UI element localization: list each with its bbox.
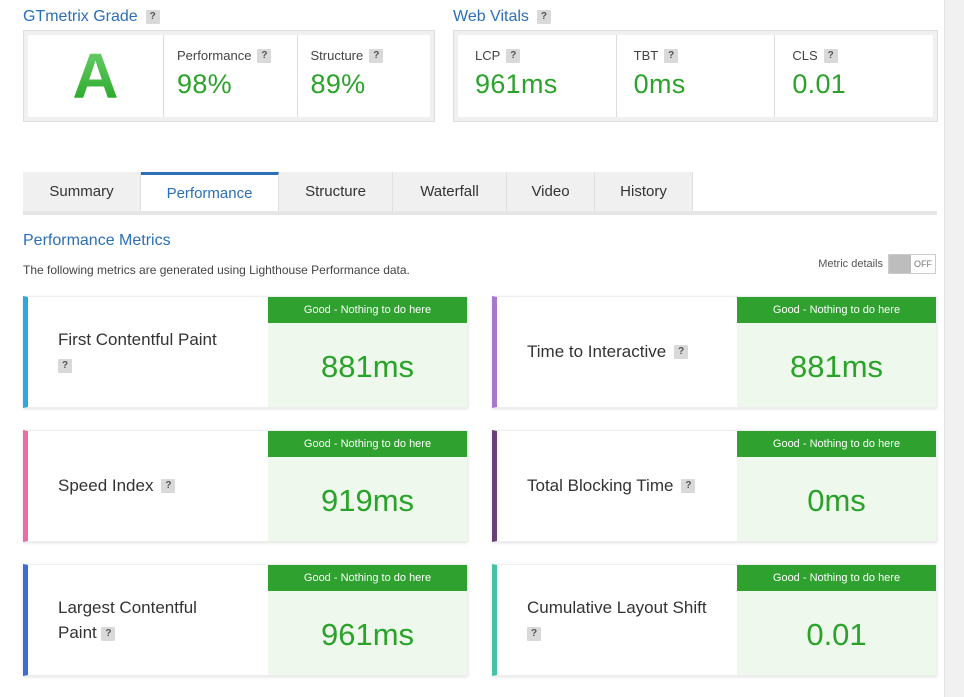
lcp-value: 961ms xyxy=(475,69,558,99)
status-badge: Good - Nothing to do here xyxy=(737,565,936,591)
help-icon[interactable]: ? xyxy=(527,626,541,641)
lcp-cell: LCP ? 961ms xyxy=(458,35,617,117)
gtmetrix-grade-box: A Performance ? 98% Structure ? 89% xyxy=(23,30,435,122)
help-icon[interactable]: ? xyxy=(101,626,116,641)
tbt-value: 0ms xyxy=(633,69,686,99)
help-icon[interactable]: ? xyxy=(506,48,521,63)
status-badge: Good - Nothing to do here xyxy=(268,297,467,323)
report-tabs: Summary Performance Structure Waterfall … xyxy=(23,172,937,215)
performance-score-cell: Performance ? 98% xyxy=(164,35,298,117)
performance-metrics-title: Performance Metrics xyxy=(23,232,171,249)
structure-score-label: Structure xyxy=(310,48,364,63)
metric-label: Cumulative Layout Shift xyxy=(527,597,707,617)
page-scrollbar[interactable] xyxy=(944,0,964,697)
metric-value: 881ms xyxy=(789,349,884,384)
metric-card-total-blocking-time: Total Blocking Time ? Good - Nothing to … xyxy=(492,430,937,542)
metric-details-toggle[interactable]: OFF xyxy=(888,254,936,274)
help-icon[interactable]: ? xyxy=(674,345,689,359)
status-badge: Good - Nothing to do here xyxy=(737,431,936,457)
status-badge: Good - Nothing to do here xyxy=(737,297,936,323)
toggle-knob xyxy=(889,255,911,273)
help-icon[interactable]: ? xyxy=(145,10,160,24)
cls-cell: CLS ? 0.01 xyxy=(775,35,933,117)
metric-details-toggle-group: Metric details OFF xyxy=(818,254,936,274)
metric-label: Largest Contentful Paint xyxy=(58,597,197,643)
help-icon[interactable]: ? xyxy=(664,48,679,63)
performance-score-label: Performance xyxy=(177,48,252,63)
metric-card-first-contentful-paint: First Contentful Paint ? Good - Nothing … xyxy=(23,296,468,408)
metric-card-largest-contentful-paint: Largest Contentful Paint ? Good - Nothin… xyxy=(23,564,468,676)
metric-label: Time to Interactive xyxy=(527,342,667,362)
lcp-label: LCP xyxy=(475,48,501,63)
help-icon[interactable]: ? xyxy=(257,48,272,63)
tab-summary[interactable]: Summary xyxy=(23,172,141,211)
tab-video[interactable]: Video xyxy=(507,172,595,211)
metric-details-label: Metric details xyxy=(818,258,883,270)
grade-cell: A xyxy=(28,35,164,117)
help-icon[interactable]: ? xyxy=(161,479,176,493)
metric-card-cumulative-layout-shift: Cumulative Layout Shift ? Good - Nothing… xyxy=(492,564,937,676)
structure-score-cell: Structure ? 89% xyxy=(298,35,431,117)
metric-card-time-to-interactive: Time to Interactive ? Good - Nothing to … xyxy=(492,296,937,408)
metric-label: Total Blocking Time xyxy=(527,476,674,496)
metric-value: 881ms xyxy=(320,349,415,384)
metric-value: 0.01 xyxy=(806,617,867,652)
cls-value: 0.01 xyxy=(792,69,847,99)
web-vitals-box: LCP ? 961ms TBT ? 0ms CLS ? 0.01 xyxy=(453,30,938,122)
tab-structure[interactable]: Structure xyxy=(279,172,393,211)
toggle-state-text: OFF xyxy=(914,259,932,269)
web-vitals-title-text: Web Vitals xyxy=(453,8,529,25)
status-badge: Good - Nothing to do here xyxy=(268,565,467,591)
tbt-cell: TBT ? 0ms xyxy=(617,35,776,117)
help-icon[interactable]: ? xyxy=(536,10,551,24)
metric-label: First Contentful Paint xyxy=(58,329,217,349)
help-icon[interactable]: ? xyxy=(681,479,696,493)
tab-history[interactable]: History xyxy=(595,172,693,211)
tab-waterfall[interactable]: Waterfall xyxy=(393,172,507,211)
structure-score-value: 89% xyxy=(310,69,366,99)
performance-metrics-description: The following metrics are generated usin… xyxy=(23,263,410,277)
gtmetrix-grade-title-text: GTmetrix Grade xyxy=(23,8,138,25)
status-badge: Good - Nothing to do here xyxy=(268,431,467,457)
metric-card-speed-index: Speed Index ? Good - Nothing to do here … xyxy=(23,430,468,542)
tab-performance[interactable]: Performance xyxy=(141,172,279,211)
tbt-label: TBT xyxy=(633,48,659,63)
metric-value: 0ms xyxy=(807,483,866,518)
grade-letter: A xyxy=(72,40,119,112)
performance-score-value: 98% xyxy=(177,69,232,99)
help-icon[interactable]: ? xyxy=(823,48,838,63)
web-vitals-title: Web Vitals ? xyxy=(453,8,551,26)
metric-label: Speed Index xyxy=(58,476,154,496)
help-icon[interactable]: ? xyxy=(58,358,72,373)
metric-value: 919ms xyxy=(320,483,415,518)
metric-value: 961ms xyxy=(320,617,415,652)
gtmetrix-grade-title: GTmetrix Grade ? xyxy=(23,8,160,26)
help-icon[interactable]: ? xyxy=(369,48,384,63)
cls-label: CLS xyxy=(792,48,818,63)
